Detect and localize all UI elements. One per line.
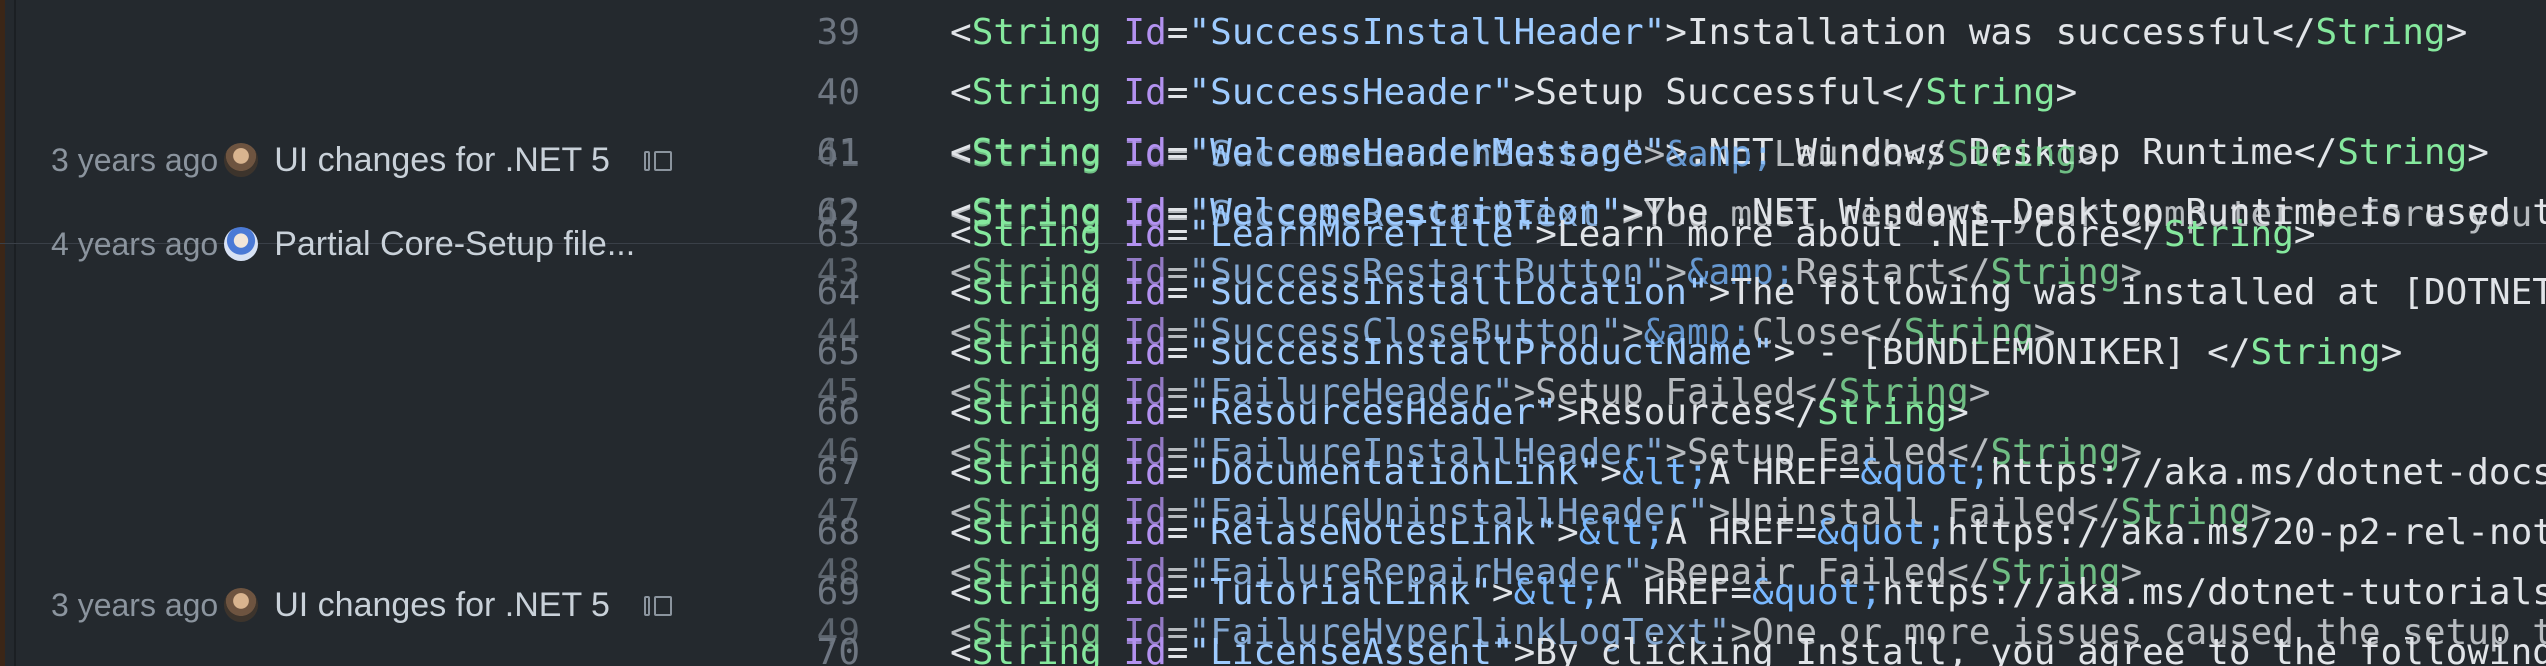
tag-token: String	[2337, 132, 2468, 173]
commit-message[interactable]: Partial Core-Setup file...	[274, 225, 635, 264]
blame-time: 3 years ago	[51, 586, 219, 623]
tag-token: String	[1925, 72, 2056, 113]
tag-token: String	[971, 134, 1102, 175]
punct-token: >	[1643, 134, 1666, 175]
punct-token: >	[2467, 132, 2489, 173]
punct-token: <	[950, 632, 972, 666]
blame-entry[interactable]: 4 years ago Partial Core-Setup file...	[51, 218, 635, 270]
tag-token: String	[2163, 214, 2294, 255]
tag-token: String	[971, 632, 1102, 666]
punct-token: </	[1903, 134, 1948, 175]
text-token: Launch	[1773, 134, 1904, 175]
tag-token: String	[2250, 332, 2381, 373]
code-text[interactable]: <String Id="SuccessInstallHeader">Instal…	[950, 3, 2467, 63]
punct-token: >	[2077, 134, 2099, 175]
punct-token: >	[2055, 72, 2078, 113]
punct-token: =	[1166, 12, 1189, 53]
punct-token: >	[1665, 12, 1687, 53]
punct-token: >	[1513, 72, 1536, 113]
punct-token: </	[2293, 132, 2338, 173]
string-token: "SuccessHeader"	[1188, 72, 1514, 113]
attr-token: Id	[1123, 12, 1167, 53]
code-editor[interactable]: 3 years ago UI changes for .NET 5 4 year…	[0, 0, 2546, 666]
view-commit-icon[interactable]	[643, 147, 674, 173]
text-token: Installation was successful	[1686, 12, 2273, 53]
commit-message[interactable]: UI changes for .NET 5	[274, 141, 610, 180]
punct-token: =	[1166, 72, 1189, 113]
punct-token: </	[2272, 12, 2316, 53]
tag-token: String	[971, 12, 1102, 53]
string-token: "LicenseAssent"	[1188, 632, 1514, 666]
line-number: 41	[816, 134, 860, 175]
tag-token: String	[971, 72, 1102, 113]
tag-token: String	[2315, 12, 2446, 53]
punct-token: >	[2293, 214, 2316, 255]
punct-token: =	[1166, 632, 1189, 666]
blame-time: 4 years ago	[51, 225, 219, 262]
entity-token: &amp;	[1665, 134, 1774, 175]
gutter-border	[14, 0, 16, 666]
punct-token: <	[950, 72, 972, 113]
attr-token: Id	[1123, 72, 1167, 113]
punct-token: >	[1968, 372, 1991, 413]
punct-token: =	[1166, 134, 1189, 175]
code-text[interactable]: <String Id="SuccessLaunchButton">&amp;La…	[950, 125, 2099, 185]
punct-token: </	[2207, 332, 2251, 373]
punct-token: </	[1882, 72, 1926, 113]
code-text[interactable]: <String Id="LicenseAssent">By clicking I…	[950, 623, 2546, 666]
punct-token: <	[950, 12, 972, 53]
string-token: "SuccessInstallHeader"	[1188, 12, 1666, 53]
line-number: 70	[816, 632, 860, 666]
blame-entry[interactable]: 3 years ago UI changes for .NET 5	[51, 134, 674, 186]
string-token: "SuccessLaunchButton"	[1188, 134, 1644, 175]
commit-message[interactable]: UI changes for .NET 5	[274, 586, 610, 625]
line-number: 40	[816, 72, 860, 113]
attr-token: Id	[1123, 134, 1167, 175]
blame-entry[interactable]: 3 years ago UI changes for .NET 5	[51, 579, 674, 631]
punct-token: <	[950, 134, 972, 175]
punct-token: >	[1513, 632, 1536, 666]
tag-token: String	[1947, 134, 2078, 175]
code-text[interactable]: <String Id="SuccessHeader">Setup Success…	[950, 63, 2077, 123]
author-avatar[interactable]	[224, 143, 259, 177]
view-commit-icon[interactable]	[643, 592, 674, 618]
line-number: 39	[816, 12, 860, 53]
author-avatar[interactable]	[224, 227, 259, 261]
text-token: Setup Successful	[1535, 72, 1883, 113]
author-avatar[interactable]	[224, 588, 259, 622]
attr-token: Id	[1123, 632, 1167, 666]
punct-token: >	[2445, 12, 2468, 53]
gutter-accent	[0, 0, 5, 666]
text-token: By clicking Install, you agree to the fo…	[1535, 632, 2546, 666]
punct-token: >	[2380, 332, 2403, 373]
blame-time: 3 years ago	[51, 141, 219, 178]
